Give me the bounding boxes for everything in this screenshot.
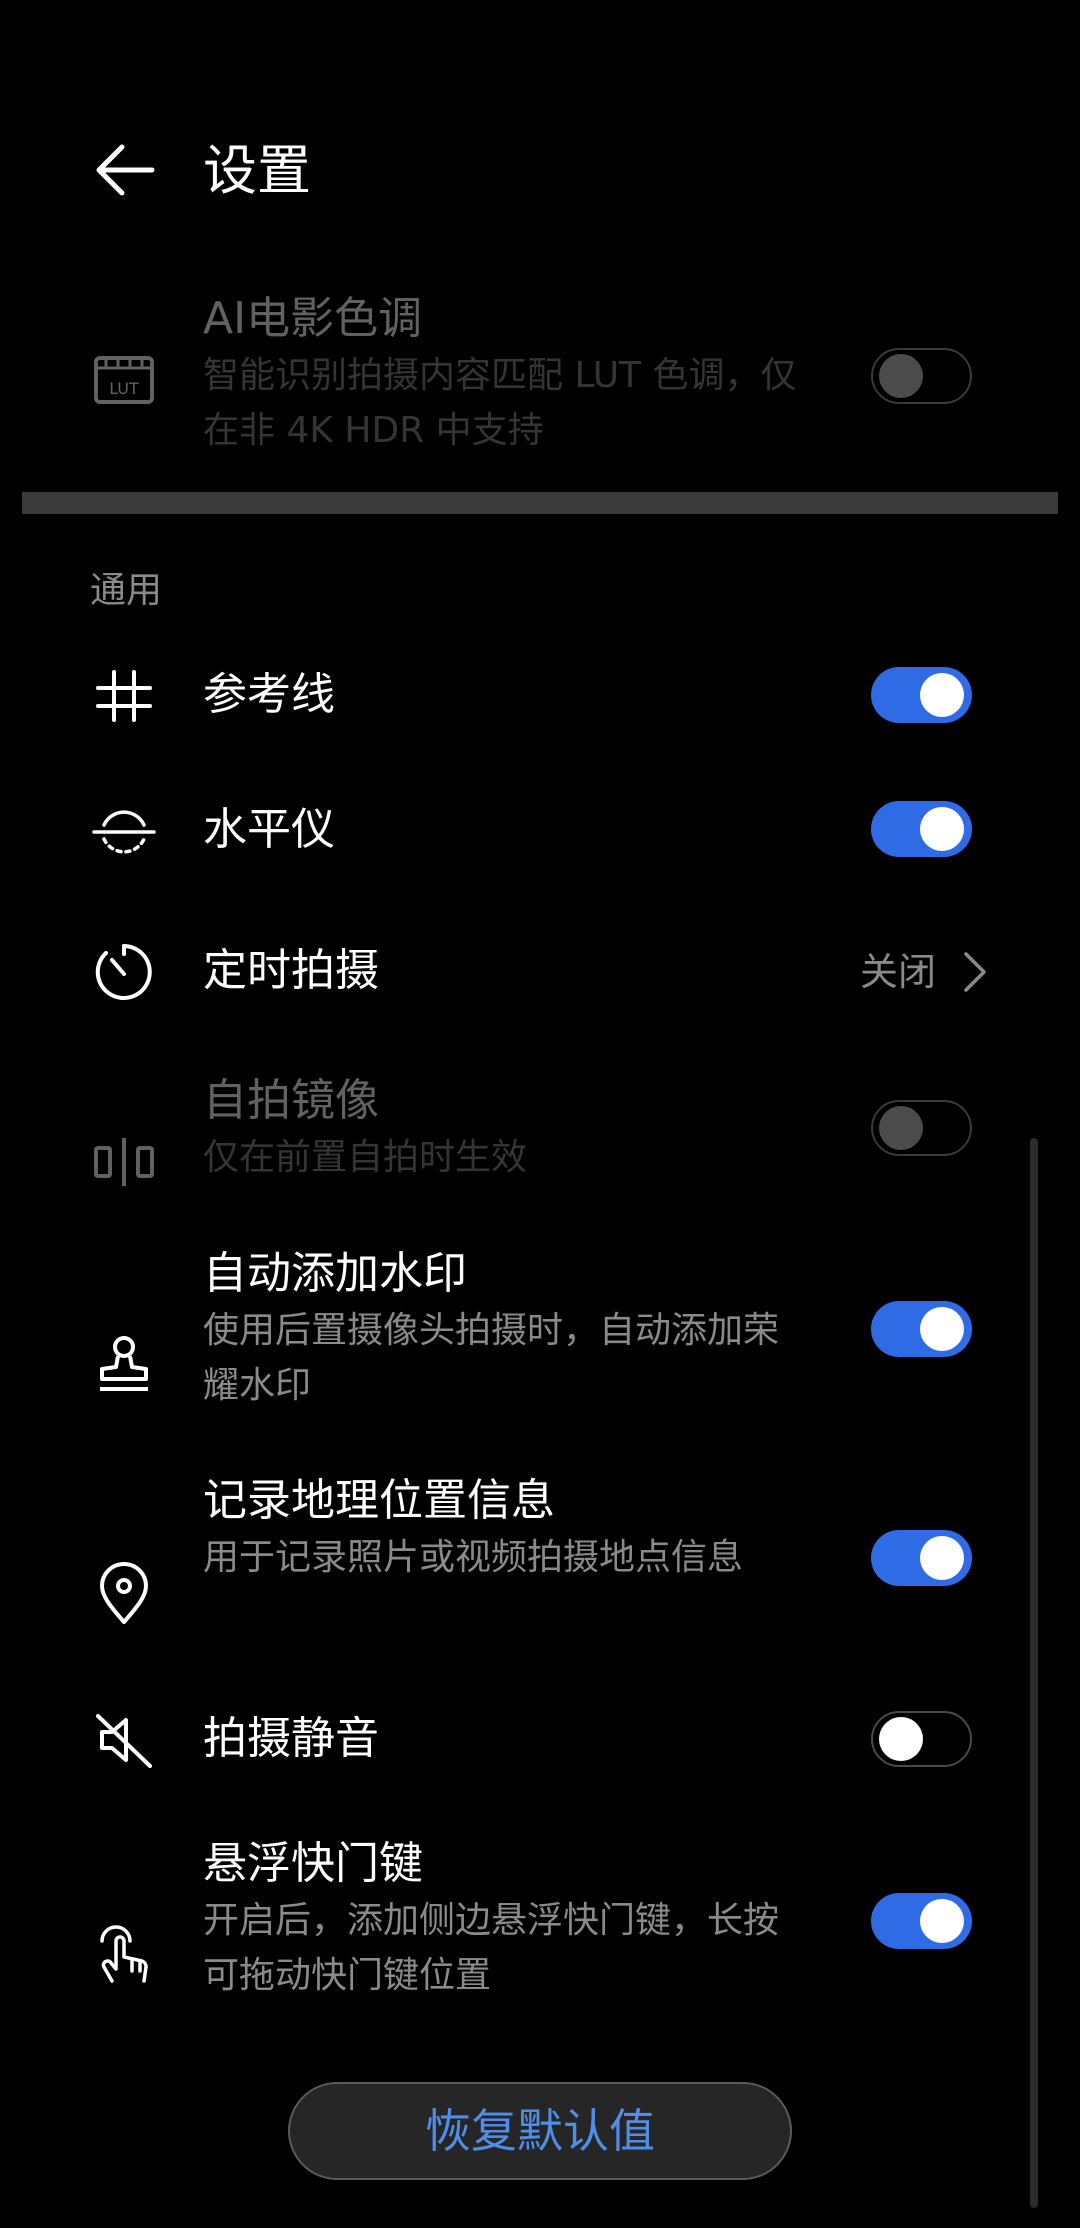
setting-description: 智能识别拍摄内容匹配 LUT 色调，仅在非 4K HDR 中支持 (203, 355, 797, 451)
page-title: 设置 (203, 139, 311, 202)
toggle-knob (879, 1717, 923, 1761)
setting-description: 开启后，添加侧边悬浮快门键，长按可拖动快门键位置 (203, 1900, 780, 1996)
level-icon (88, 795, 160, 867)
shutter-mute-toggle[interactable] (871, 1711, 972, 1767)
lut-icon: LUT (88, 346, 160, 418)
setting-label: AI电影色调 (203, 293, 423, 344)
setting-label: 自拍镜像 (203, 1075, 379, 1126)
toggle-knob (879, 1106, 923, 1150)
svg-text:LUT: LUT (109, 379, 139, 398)
location-toggle[interactable] (871, 1530, 972, 1586)
toggle-knob (920, 1307, 964, 1351)
back-arrow-icon[interactable] (90, 135, 160, 205)
ai-movie-tone-toggle[interactable] (871, 348, 972, 404)
toggle-knob (920, 807, 964, 851)
stamp-icon (88, 1329, 160, 1401)
setting-description: 使用后置摄像头拍摄时，自动添加荣耀水印 (203, 1310, 780, 1406)
setting-label: 拍摄静音 (203, 1713, 379, 1764)
toggle-knob (879, 354, 923, 398)
level-toggle[interactable] (871, 801, 972, 857)
setting-label: 记录地理位置信息 (203, 1475, 555, 1526)
location-pin-icon (88, 1558, 160, 1630)
toggle-knob (920, 1899, 964, 1943)
section-header-general: 通用 (90, 570, 163, 611)
selfie-mirror-toggle[interactable] (871, 1100, 972, 1156)
setting-description: 用于记录照片或视频拍摄地点信息 (203, 1537, 744, 1578)
setting-label: 参考线 (203, 669, 335, 720)
mute-icon (88, 1704, 160, 1776)
timer-value: 关闭 (860, 950, 937, 994)
mirror-icon (88, 1126, 160, 1198)
setting-label: 定时拍摄 (203, 945, 379, 996)
restore-defaults-button[interactable]: 恢复默认值 (288, 2082, 792, 2180)
toggle-knob (920, 1536, 964, 1580)
section-divider (22, 492, 1058, 514)
touch-icon (88, 1919, 160, 1991)
toggle-knob (920, 673, 964, 717)
grid-icon (88, 660, 160, 732)
header: 设置 (0, 0, 1080, 260)
grid-toggle[interactable] (871, 667, 972, 723)
timer-icon (88, 936, 160, 1008)
setting-label: 悬浮快门键 (203, 1838, 423, 1889)
setting-timer[interactable]: 定时拍摄 关闭 (0, 934, 1080, 1010)
setting-label: 水平仪 (203, 804, 335, 855)
floating-shutter-toggle[interactable] (871, 1893, 972, 1949)
scrollbar[interactable] (1030, 1138, 1038, 2208)
chevron-right-icon (962, 951, 988, 993)
setting-description: 仅在前置自拍时生效 (203, 1137, 528, 1178)
setting-label: 自动添加水印 (203, 1248, 467, 1299)
auto-watermark-toggle[interactable] (871, 1301, 972, 1357)
